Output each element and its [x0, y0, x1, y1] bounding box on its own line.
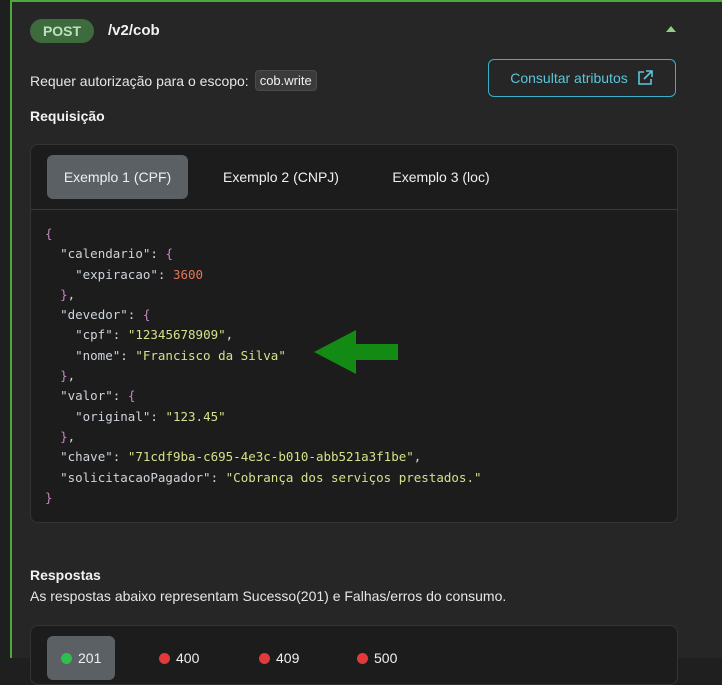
json-code-block: { "calendario": { "expiracao": 3600 }, "…: [45, 226, 482, 505]
status-code-label: 500: [374, 650, 398, 666]
tab-status-500[interactable]: 500: [357, 636, 397, 680]
tab-status-409[interactable]: 409: [259, 636, 299, 680]
responses-subtitle: As respostas abaixo representam Sucesso(…: [30, 588, 507, 604]
error-dot-icon: [259, 652, 270, 664]
scope-value: cob.write: [254, 70, 317, 91]
status-code-label: 400: [176, 650, 200, 666]
request-tabs: Exemplo 1 (CPF) Exemplo 2 (CNPJ) Exemplo…: [31, 145, 677, 210]
error-dot-icon: [159, 652, 170, 664]
tab-status-400[interactable]: 400: [159, 636, 199, 680]
scope-label: Requer autorização para o escopo:: [30, 72, 249, 89]
chevron-up-icon[interactable]: [666, 26, 676, 32]
success-dot-icon: [61, 652, 72, 664]
responses-card: 201 400 409 500: [30, 625, 678, 685]
error-dot-icon: [357, 652, 368, 664]
request-title: Requisição: [30, 108, 105, 124]
consult-attributes-label: Consultar atributos: [510, 70, 628, 86]
tab-status-201[interactable]: 201: [47, 636, 116, 680]
external-link-icon: [637, 70, 653, 85]
tab-example-cnpj[interactable]: Exemplo 2 (CNPJ): [206, 155, 356, 199]
arrow-left-icon: [314, 330, 398, 374]
tab-example-cpf[interactable]: Exemplo 1 (CPF): [47, 155, 188, 199]
responses-title: Respostas: [30, 567, 101, 583]
status-code-label: 409: [276, 650, 300, 666]
status-code-label: 201: [78, 650, 102, 666]
tab-example-loc[interactable]: Exemplo 3 (loc): [376, 155, 506, 199]
endpoint-path: /v2/cob: [108, 22, 160, 39]
consult-attributes-button[interactable]: Consultar atributos: [488, 59, 676, 97]
endpoint-panel: POST /v2/cob Requer autorização para o e…: [10, 0, 722, 685]
scope-line: Requer autorização para o escopo: cob.wr…: [30, 70, 317, 91]
method-badge: POST: [30, 19, 94, 43]
